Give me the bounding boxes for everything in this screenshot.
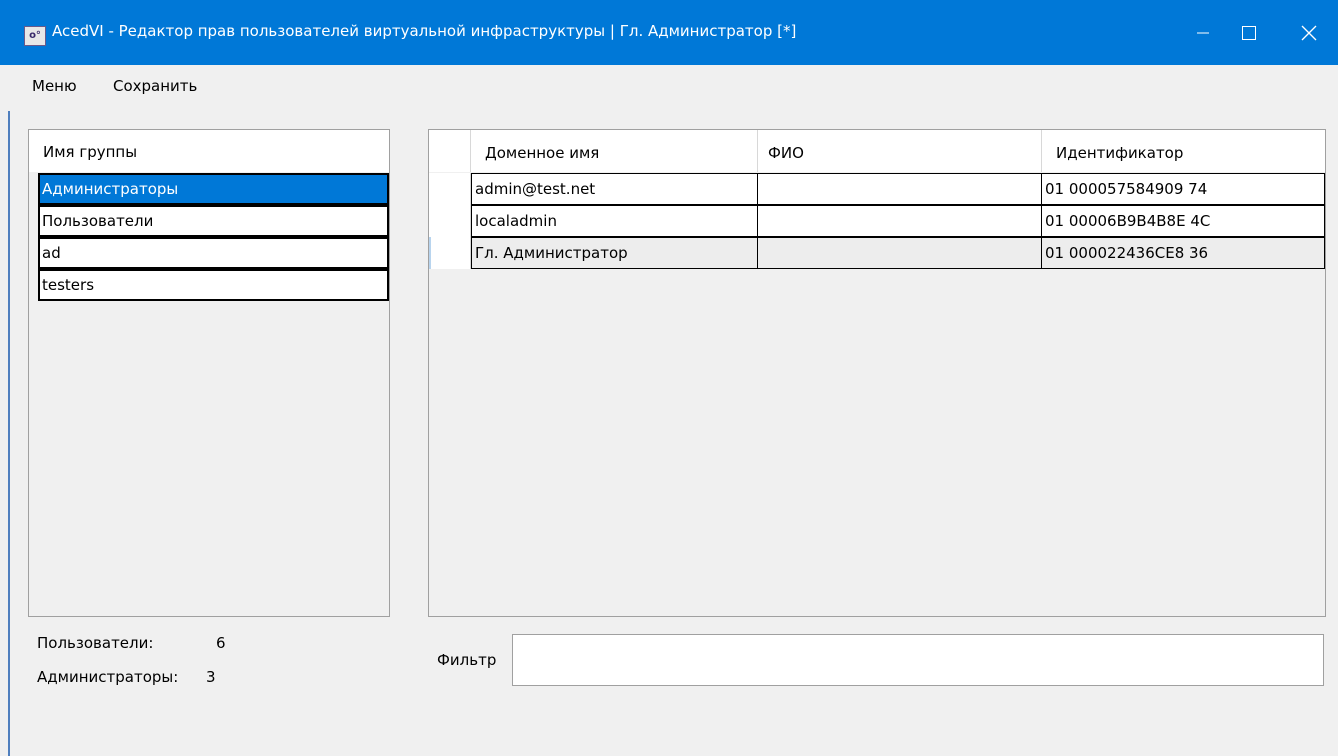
column-label-fio: ФИО bbox=[768, 144, 804, 162]
column-header-id[interactable]: Идентификатор bbox=[1042, 130, 1325, 172]
column-header-fio[interactable]: ФИО bbox=[758, 130, 1042, 172]
menu-item-menu[interactable]: Меню bbox=[32, 77, 77, 95]
group-list-header[interactable]: Имя группы bbox=[29, 130, 389, 172]
group-row-testers[interactable]: testers bbox=[38, 269, 389, 301]
close-icon bbox=[1301, 25, 1317, 40]
maximize-button[interactable] bbox=[1226, 0, 1272, 65]
admins-count-label: Администраторы: bbox=[37, 668, 179, 686]
cell-fio[interactable] bbox=[757, 173, 1043, 205]
cell-domain[interactable]: admin@test.net bbox=[471, 173, 759, 205]
title-bar[interactable]: o° AcedVI - Редактор прав пользователей … bbox=[0, 0, 1338, 65]
row-header[interactable] bbox=[429, 205, 471, 237]
column-label-id: Идентификатор bbox=[1056, 144, 1184, 162]
window-title: AcedVI - Редактор прав пользователей вир… bbox=[52, 22, 797, 40]
group-list[interactable]: Имя группы Администраторы Пользователи a… bbox=[28, 129, 390, 617]
cell-fio[interactable] bbox=[757, 237, 1043, 269]
cell-domain[interactable]: Гл. Администратор bbox=[471, 237, 759, 269]
cell-domain[interactable]: localadmin bbox=[471, 205, 759, 237]
admins-count-value: 3 bbox=[206, 668, 216, 686]
maximize-icon bbox=[1242, 25, 1256, 40]
group-row-administrators[interactable]: Администраторы bbox=[38, 173, 389, 205]
group-name-column-label: Имя группы bbox=[43, 143, 138, 161]
cell-id[interactable]: 01 000057584909 74 bbox=[1041, 173, 1325, 205]
column-header-domain[interactable]: Доменное имя bbox=[471, 130, 758, 172]
minimize-button[interactable] bbox=[1180, 0, 1226, 65]
row-header[interactable] bbox=[429, 173, 471, 205]
users-grid[interactable]: Доменное имя ФИО Идентификатор admin@tes… bbox=[428, 129, 1326, 617]
group-row-users[interactable]: Пользователи bbox=[38, 205, 389, 237]
cell-id[interactable]: 01 00006B9B4B8E 4C bbox=[1041, 205, 1325, 237]
close-button[interactable] bbox=[1286, 0, 1332, 65]
row-header-current[interactable] bbox=[429, 237, 471, 269]
filter-input[interactable] bbox=[512, 634, 1324, 686]
minimize-icon bbox=[1197, 32, 1209, 33]
group-row-ad[interactable]: ad bbox=[38, 237, 389, 269]
menu-item-save[interactable]: Сохранить bbox=[113, 77, 197, 95]
window-left-edge bbox=[8, 111, 10, 756]
column-label-domain: Доменное имя bbox=[485, 144, 600, 162]
app-icon: o° bbox=[24, 26, 46, 46]
cell-id[interactable]: 01 000022436CE8 36 bbox=[1041, 237, 1325, 269]
users-count-label: Пользователи: bbox=[37, 634, 154, 652]
filter-label: Фильтр bbox=[437, 651, 497, 669]
users-count-value: 6 bbox=[216, 634, 226, 652]
grid-corner-header[interactable] bbox=[429, 130, 471, 172]
cell-fio[interactable] bbox=[757, 205, 1043, 237]
menu-bar: Меню Сохранить bbox=[0, 65, 1338, 111]
